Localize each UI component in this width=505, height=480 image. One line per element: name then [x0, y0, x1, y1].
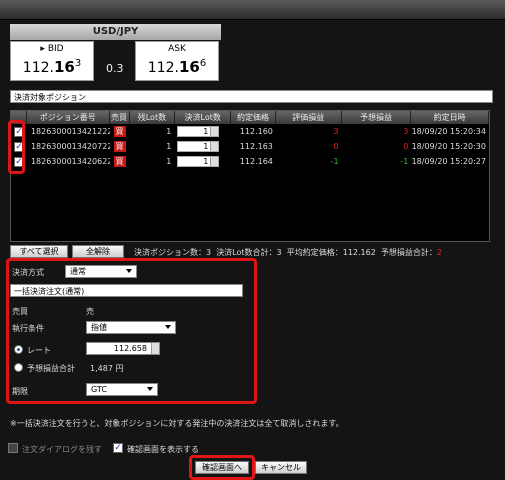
select-all-button[interactable]: すべて選択 [10, 245, 68, 258]
spinner-icon[interactable] [210, 127, 219, 136]
contract-price: 112.164 [239, 157, 273, 166]
window-titlebar [0, 0, 505, 20]
contract-price: 112.163 [239, 142, 273, 151]
position-id: 1826300013420722 [30, 142, 110, 151]
contract-price: 112.160 [239, 127, 273, 136]
remaining-lot: 1 [166, 142, 172, 151]
column-header[interactable]: 予想損益 [342, 111, 412, 124]
keep-dialog-label: 注文ダイアログを残す [22, 445, 102, 454]
bid-arrow-icon: ▸ [40, 44, 45, 54]
column-header[interactable]: 約定日時 [411, 111, 489, 124]
remaining-lot: 1 [166, 127, 172, 136]
bid-label: ▸ BID [40, 44, 64, 54]
bid-price-panel[interactable]: ▸ BID 112.163 [10, 41, 94, 81]
settle-lot-input[interactable]: 1 [177, 141, 220, 152]
settle-lot-input[interactable]: 1 [177, 156, 220, 167]
expected-pl: -1 [400, 157, 409, 166]
order-settings-highlight [6, 258, 257, 404]
positions-section-title: 決済対象ポジション [10, 90, 493, 103]
buy-badge: 買 [113, 126, 126, 137]
ask-price-panel[interactable]: ASK 112.166 [135, 41, 219, 81]
contract-time: 18/09/20 15:20:30 [411, 142, 486, 151]
ask-price: 112.166 [147, 58, 207, 76]
checkbox-highlight [8, 120, 25, 174]
deselect-all-button[interactable]: 全解除 [72, 245, 124, 258]
buy-badge: 買 [113, 141, 126, 152]
position-id: 1826300013420622 [30, 157, 110, 166]
expected-pl: 0 [403, 142, 409, 151]
show-confirm-label: 確認画面を表示する [127, 445, 199, 454]
table-row[interactable]: ✓ 1826300013420622 買 1 1 112.164 -1 -1 18/09/20 … [11, 155, 489, 169]
contract-time: 18/09/20 15:20:27 [411, 157, 486, 166]
ask-label: ASK [168, 44, 186, 54]
expected-pl: 3 [403, 127, 409, 136]
eval-pl: 0 [333, 142, 339, 151]
summary-bar: 決済ポジション数：3 決済Lot数合計：3 平均約定価格：112.162 予想損… [134, 248, 443, 257]
column-header[interactable]: 評価損益 [276, 111, 342, 124]
buy-badge: 買 [113, 156, 126, 167]
cancel-button[interactable]: キャンセル [255, 461, 307, 474]
position-id: 1826300013421222 [30, 127, 110, 136]
bid-price: 112.163 [22, 58, 82, 76]
remaining-lot: 1 [166, 157, 172, 166]
eval-pl: -1 [330, 157, 339, 166]
table-header: ポジション番号 売買 残Lot数 決済Lot数 約定価格 評価損益 予想損益 約… [11, 111, 489, 124]
keep-dialog-checkbox[interactable] [8, 443, 18, 453]
eval-pl: 3 [333, 127, 339, 136]
show-confirm-checkbox[interactable]: ✓ [113, 443, 123, 453]
column-header[interactable]: 約定価格 [231, 111, 276, 124]
table-row[interactable]: ✓ 1826300013420722 買 1 1 112.163 0 0 18/09/20 15… [11, 140, 489, 154]
currency-pair-header: USD/JPY [10, 24, 221, 40]
notice-text: ※一括決済注文を行うと、対象ポジションに対する発注中の決済注文は全て取消しされま… [10, 419, 344, 428]
column-header[interactable]: 決済Lot数 [175, 111, 232, 124]
spinner-icon[interactable] [210, 157, 219, 166]
column-header[interactable]: 残Lot数 [130, 111, 176, 124]
table-row[interactable]: ✓ 1826300013421222 買 1 1 112.160 3 3 18/09/20 15… [11, 125, 489, 139]
settle-lot-input[interactable]: 1 [177, 126, 220, 137]
spinner-icon[interactable] [210, 142, 219, 151]
column-header[interactable]: ポジション番号 [27, 111, 110, 124]
spread-value: 0.3 [106, 62, 124, 75]
positions-table: ポジション番号 売買 残Lot数 決済Lot数 約定価格 評価損益 予想損益 約… [10, 110, 490, 242]
column-header[interactable]: 売買 [110, 111, 130, 124]
confirm-highlight [189, 455, 255, 480]
contract-time: 18/09/20 15:20:34 [411, 127, 486, 136]
